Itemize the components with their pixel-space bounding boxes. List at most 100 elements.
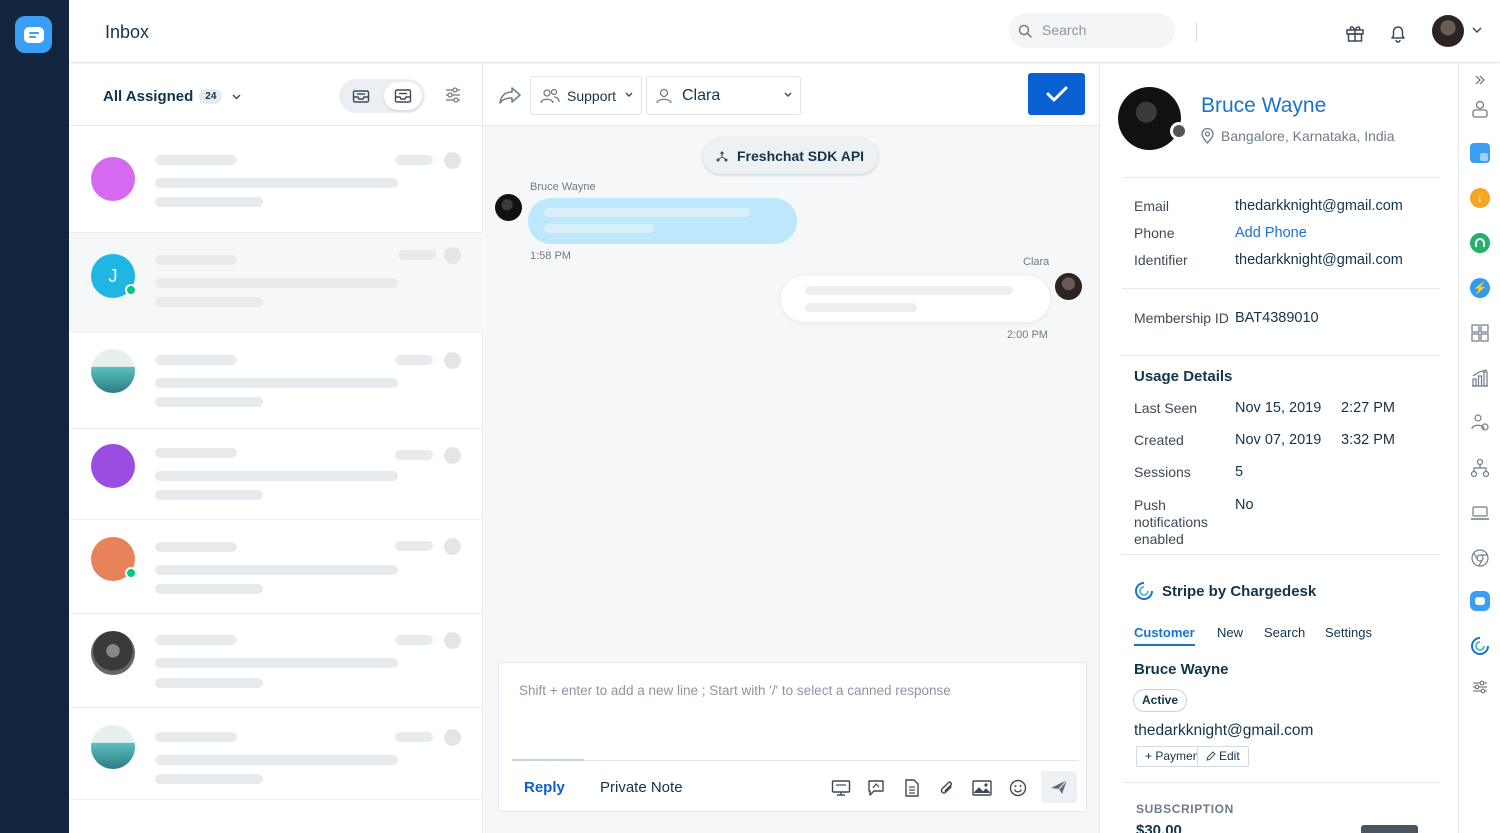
assigned-filter[interactable]: All Assigned 24 (103, 88, 241, 105)
edit-button[interactable]: Edit (1197, 746, 1249, 767)
page-title: Inbox (105, 22, 150, 42)
composer-divider (512, 760, 1079, 761)
search-box[interactable] (1009, 13, 1175, 48)
tab-new[interactable]: New (1217, 625, 1243, 640)
conversation-item[interactable] (69, 520, 483, 614)
app-laptop-icon[interactable] (1469, 502, 1491, 524)
app-grid-icon[interactable] (1469, 322, 1491, 344)
app-lightning-icon[interactable]: ⚡ (1469, 277, 1491, 299)
tab-reply[interactable]: Reply (524, 779, 565, 796)
send-icon (1051, 779, 1068, 794)
placeholder-line (395, 355, 433, 365)
count-badge: 24 (199, 89, 223, 104)
online-indicator (125, 567, 137, 579)
freshchat-logo[interactable] (15, 16, 52, 53)
screen-share-icon[interactable] (830, 777, 852, 799)
cancel-subscription-button[interactable] (1361, 825, 1418, 833)
chat-panel: Support Clara Freshchat SDK API Bruce Wa… (484, 64, 1099, 833)
bell-icon[interactable] (1387, 22, 1409, 44)
app-headset-icon[interactable] (1469, 232, 1491, 254)
placeholder-line (155, 355, 237, 365)
email-value: thedarkknight@gmail.com (1235, 198, 1403, 214)
conversation-item[interactable]: J (69, 233, 483, 333)
location-pin-icon (1201, 128, 1214, 144)
emoji-icon[interactable] (1007, 777, 1029, 799)
placeholder-line (155, 471, 398, 481)
conversation-item[interactable] (69, 126, 483, 233)
placeholder-line (395, 155, 433, 165)
app-download-icon[interactable]: ↓ (1469, 187, 1491, 209)
outgoing-message-bubble (781, 276, 1050, 322)
placeholder-dot (444, 538, 461, 555)
app-chrome-icon[interactable] (1469, 547, 1491, 569)
gift-icon[interactable] (1344, 22, 1366, 44)
resolve-button[interactable] (1028, 73, 1085, 115)
app-user-settings-icon[interactable] (1469, 412, 1491, 434)
tab-indicator (512, 759, 584, 761)
contact-profile-icon[interactable] (1469, 98, 1491, 120)
forward-icon[interactable] (498, 85, 522, 105)
avatar (495, 194, 522, 221)
conversation-list: All Assigned 24 J (69, 64, 483, 833)
avatar (91, 537, 137, 581)
contact-name[interactable]: Bruce Wayne (1201, 94, 1326, 118)
app-org-chart-icon[interactable] (1469, 457, 1491, 479)
tab-search[interactable]: Search (1264, 625, 1305, 640)
app-chargedesk-icon[interactable] (1469, 635, 1491, 657)
app-freshchat-icon[interactable] (1469, 590, 1491, 612)
agent-dropdown[interactable]: Clara (646, 76, 801, 115)
group-dropdown[interactable]: Support (530, 76, 642, 115)
placeholder-line (395, 541, 433, 551)
placeholder-line (395, 450, 433, 460)
created-label: Created (1134, 432, 1184, 448)
tab-private-note[interactable]: Private Note (600, 779, 683, 796)
app-analytics-icon[interactable] (1469, 367, 1491, 389)
conversation-item[interactable] (69, 333, 483, 429)
conversation-item[interactable] (69, 708, 483, 800)
identifier-value: thedarkknight@gmail.com (1235, 252, 1403, 268)
avatar (91, 631, 135, 675)
tab-customer[interactable]: Customer (1134, 625, 1195, 640)
chevron-down-icon (232, 94, 241, 99)
view-toggle (339, 79, 425, 113)
placeholder-line (155, 378, 398, 388)
chevron-down-icon[interactable] (1472, 27, 1482, 34)
divider (1122, 177, 1440, 178)
image-icon[interactable] (971, 777, 993, 799)
search-input[interactable] (1042, 20, 1162, 40)
source-badge: Freshchat SDK API (703, 138, 879, 174)
placeholder-dot (444, 447, 461, 464)
send-button[interactable] (1041, 771, 1077, 803)
chat-header: Support Clara (484, 64, 1099, 126)
canned-response-icon[interactable] (865, 777, 887, 799)
placeholder-dot (444, 632, 461, 649)
reply-composer: Reply Private Note (498, 662, 1087, 812)
tab-settings[interactable]: Settings (1325, 625, 1372, 640)
inbox-view-button[interactable] (342, 82, 380, 110)
settings-sliders-icon[interactable] (1469, 676, 1491, 698)
attachment-icon[interactable] (936, 777, 958, 799)
conversation-item[interactable] (69, 429, 483, 520)
placeholder-line (805, 303, 917, 312)
filter-sliders-icon[interactable] (445, 87, 461, 103)
online-indicator (125, 284, 137, 296)
placeholder-line (155, 490, 263, 500)
message-input[interactable] (519, 683, 1059, 743)
divider (1122, 355, 1440, 356)
placeholder-line (805, 286, 1013, 295)
divider (1122, 288, 1440, 289)
contact-panel: Bruce Wayne Bangalore, Karnataka, India … (1099, 64, 1457, 833)
left-nav (0, 0, 69, 833)
avatar (91, 349, 135, 393)
collapse-chevron-icon[interactable] (1469, 69, 1491, 91)
document-icon[interactable] (901, 777, 923, 799)
detail-view-button[interactable] (384, 82, 422, 110)
user-avatar[interactable] (1432, 15, 1464, 47)
message-time: 2:00 PM (1007, 329, 1048, 341)
message-sender: Clara (1023, 256, 1050, 268)
app-square-icon[interactable] (1469, 142, 1491, 164)
placeholder-line (155, 774, 263, 784)
subscription-label: SUBSCRIPTION (1136, 802, 1234, 816)
conversation-item[interactable] (69, 614, 483, 708)
add-phone-link[interactable]: Add Phone (1235, 225, 1307, 242)
